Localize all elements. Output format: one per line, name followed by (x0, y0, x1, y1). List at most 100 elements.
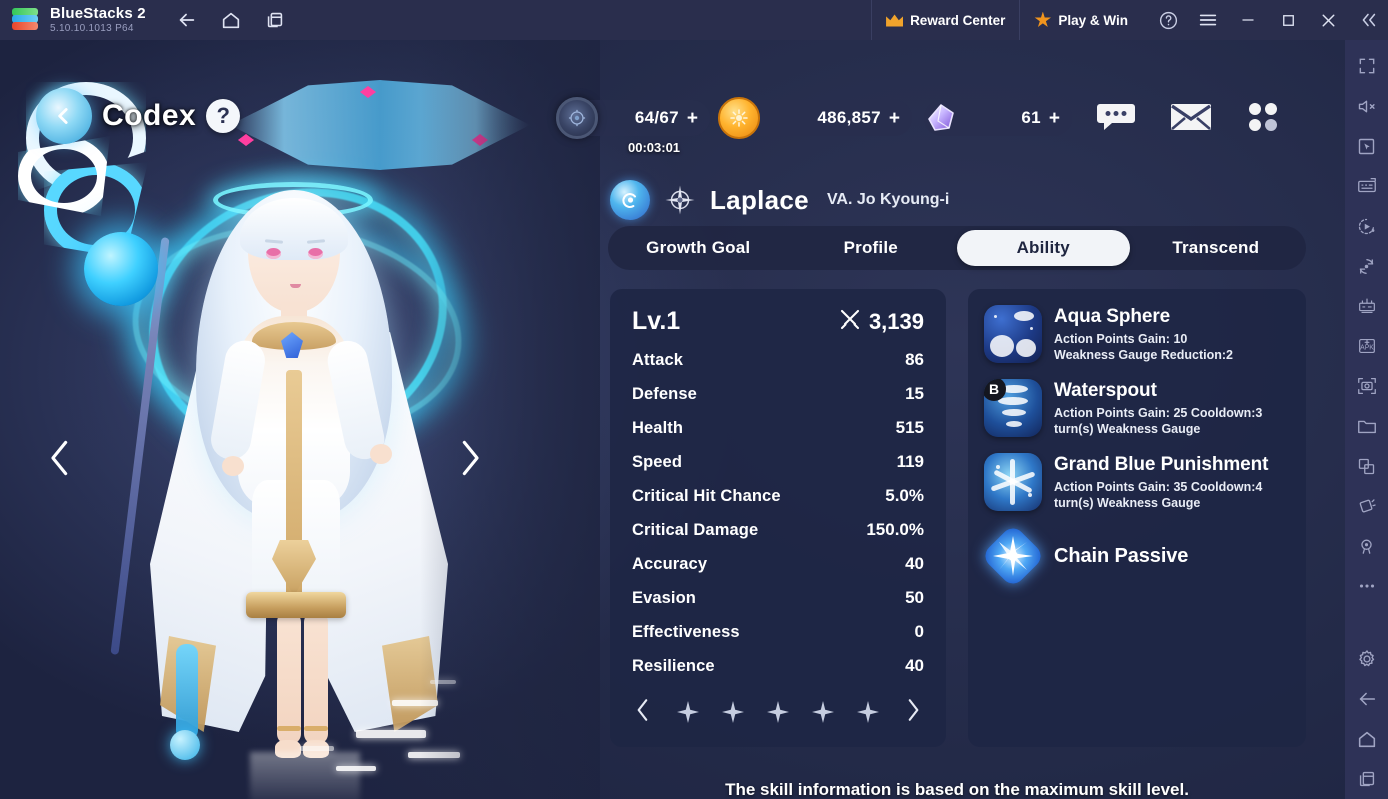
stat-row-evasion: Evasion 50 (632, 588, 924, 622)
stat-page-dot[interactable] (677, 701, 699, 723)
codex-header: Codex ? (36, 88, 241, 144)
portrait-fade-overlay (420, 40, 600, 799)
skill-grand-blue-punishment[interactable]: Grand Blue Punishment Action Points Gain… (984, 453, 1290, 511)
next-character-button[interactable] (444, 432, 496, 484)
skill-waterspout[interactable]: B Waterspout Action Points Gain: 25 Cool… (984, 379, 1290, 437)
leg (277, 612, 301, 744)
tab-profile[interactable]: Profile (785, 230, 958, 266)
gem-icon (920, 97, 962, 139)
floor-reflection (250, 752, 360, 799)
character-name: Laplace (710, 184, 809, 215)
app-version: 5.10.10.1013 P64 (50, 22, 134, 34)
stat-page-dot[interactable] (722, 701, 744, 723)
skill-text: Chain Passive (1054, 544, 1188, 568)
screenshot-icon[interactable] (1345, 366, 1388, 406)
skill-chain-passive[interactable]: Chain Passive (980, 523, 1290, 589)
media-folder-icon[interactable] (1345, 406, 1388, 446)
stat-page-dot[interactable] (857, 701, 879, 723)
maximize-icon[interactable] (1268, 0, 1308, 40)
prev-character-button[interactable] (34, 432, 86, 484)
shake-icon[interactable] (1345, 486, 1388, 526)
stat-value: 50 (905, 588, 924, 607)
back-arrow-icon[interactable] (168, 5, 206, 35)
macro-record-icon[interactable] (1345, 206, 1388, 246)
rotate-icon[interactable] (1345, 246, 1388, 286)
stats-pager (632, 695, 924, 729)
more-options-icon[interactable] (1345, 566, 1388, 606)
bluestacks-logo-icon (12, 7, 38, 33)
stat-value: 40 (905, 554, 924, 573)
eye (308, 248, 323, 259)
tab-transcend[interactable]: Transcend (1130, 230, 1303, 266)
chevron-right-icon[interactable] (902, 697, 924, 728)
stat-label: Attack (632, 351, 684, 369)
skill-aqua-sphere[interactable]: Aqua Sphere Action Points Gain: 10 Weakn… (984, 305, 1290, 363)
menu-grid-icon[interactable] (1246, 100, 1280, 139)
aqua-sphere-skill-icon (984, 305, 1042, 363)
mute-icon[interactable] (1345, 86, 1388, 126)
location-icon[interactable] (1345, 526, 1388, 566)
home-icon[interactable] (1345, 719, 1388, 759)
play-and-win-button[interactable]: Play & Win (1019, 0, 1142, 40)
keyboard-controls-icon[interactable] (1345, 166, 1388, 206)
tab-growth-goal[interactable]: Growth Goal (612, 230, 785, 266)
combat-power-value: 3,139 (868, 308, 924, 334)
fullscreen-icon[interactable] (1345, 46, 1388, 86)
stat-label: Critical Damage (632, 521, 759, 539)
skill-text: Grand Blue Punishment Action Points Gain… (1054, 453, 1290, 511)
currency-gem[interactable]: 61 + (924, 100, 1072, 136)
currency-energy[interactable]: 64/67 + (556, 97, 710, 139)
back-arrow-icon[interactable] (1345, 679, 1388, 719)
hamburger-menu-icon[interactable] (1188, 0, 1228, 40)
titlebar-nav-group (168, 5, 294, 35)
gold-value: 486,857 (817, 108, 881, 127)
stat-value: 86 (905, 350, 924, 369)
tab-ability[interactable]: Ability (957, 230, 1130, 266)
install-apk-icon[interactable]: APK (1345, 326, 1388, 366)
currency-gold[interactable]: 486,857 + (718, 97, 912, 139)
multi-instance-icon[interactable] (256, 5, 294, 35)
character-portrait (0, 40, 600, 799)
cursor-mode-icon[interactable] (1345, 126, 1388, 166)
app-identity: BlueStacks 2 5.10.10.1013 P64 (50, 6, 146, 34)
mail-icon[interactable] (1170, 102, 1212, 137)
codex-back-button[interactable] (36, 88, 92, 144)
crown-icon (886, 14, 904, 27)
tassel-bead (170, 730, 200, 760)
home-icon[interactable] (212, 5, 250, 35)
help-icon[interactable] (1148, 0, 1188, 40)
chain-passive-skill-icon (980, 523, 1046, 589)
combat-power: 3,139 (838, 307, 924, 336)
gold-add-button[interactable]: + (889, 109, 900, 128)
energy-add-button[interactable]: + (687, 109, 698, 128)
compass-class-icon (662, 182, 698, 218)
collapse-sidebar-icon[interactable] (1348, 0, 1388, 40)
reward-center-button[interactable]: Reward Center (871, 0, 1019, 40)
stat-row-attack: Attack 86 (632, 350, 924, 384)
recent-apps-icon[interactable] (1345, 759, 1388, 799)
settings-gear-icon[interactable] (1345, 639, 1388, 679)
level-row: Lv.1 3,139 (632, 307, 924, 336)
codex-help-button[interactable]: ? (206, 99, 241, 133)
energy-icon (556, 97, 598, 139)
bluestacks-titlebar: BlueStacks 2 5.10.10.1013 P64 Reward Cen… (0, 0, 1388, 40)
multi-instance-sync-icon[interactable] (1345, 286, 1388, 326)
stat-page-dot[interactable] (812, 701, 834, 723)
stat-row-health: Health 515 (632, 418, 924, 452)
stat-page-dot[interactable] (767, 701, 789, 723)
skill-name: Chain Passive (1054, 545, 1189, 567)
anklet (277, 726, 301, 731)
chat-icon[interactable] (1096, 101, 1136, 138)
copy-paste-icon[interactable] (1345, 446, 1388, 486)
stat-row-accuracy: Accuracy 40 (632, 554, 924, 588)
stat-label: Evasion (632, 589, 696, 607)
close-icon[interactable] (1308, 0, 1348, 40)
skill-description: Action Points Gain: 35 Cooldown:4 turn(s… (1054, 479, 1263, 510)
stats-panel: Lv.1 3,139 Attack 86 Defense 15 Health 5… (610, 289, 946, 747)
gem-add-button[interactable]: + (1049, 109, 1060, 128)
stat-label: Speed (632, 453, 683, 471)
stat-label: Accuracy (632, 555, 708, 573)
chevron-left-icon[interactable] (632, 697, 654, 728)
stat-value: 150.0% (866, 520, 924, 539)
minimize-icon[interactable] (1228, 0, 1268, 40)
